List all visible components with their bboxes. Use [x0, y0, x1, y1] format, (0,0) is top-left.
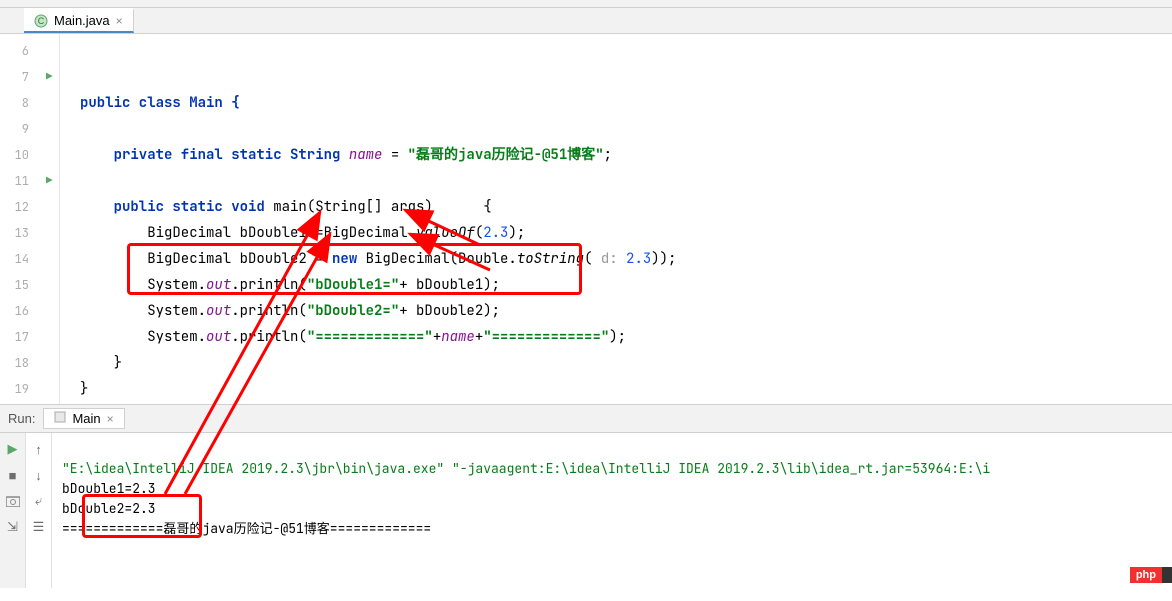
- line-number: 19: [0, 376, 29, 402]
- gutter: 6 7 ▶ 8 9 10 11 ▶ 12 13 14 15 16 17 18 1…: [0, 34, 60, 404]
- line-number: 7: [0, 64, 29, 90]
- run-header: Run: Main ×: [0, 405, 1172, 433]
- line-number: 15: [0, 272, 29, 298]
- code-line: [80, 120, 88, 138]
- code-line: [80, 172, 88, 190]
- code-line: }: [80, 380, 88, 398]
- top-bar: [0, 0, 1172, 8]
- code-line: System.out.println("bDouble1="+ bDouble1…: [80, 276, 500, 294]
- code-line: private final static String name = "磊哥的j…: [80, 146, 612, 164]
- tab-main-java[interactable]: C Main.java ×: [24, 8, 134, 33]
- editor-tabs: C Main.java ×: [0, 8, 1172, 34]
- line-number: 9: [0, 116, 29, 142]
- down-arrow-icon[interactable]: ↓: [31, 467, 47, 483]
- code-area[interactable]: public class Main { private final static…: [60, 34, 1172, 404]
- wrap-icon[interactable]: ⤶: [31, 493, 47, 509]
- code-line: public class Main {: [80, 94, 240, 112]
- code-line: System.out.println("bDouble2="+ bDouble2…: [80, 302, 500, 320]
- console-line: bDouble1=2.3: [62, 480, 156, 497]
- run-toolbar-nav: ↑ ↓ ⤶ ☰: [26, 433, 52, 588]
- run-panel: Run: Main × ▶ ■ ⇲ ↑ ↓ ⤶ ☰ "E:\idea\Intel…: [0, 404, 1172, 588]
- scroll-icon[interactable]: ☰: [31, 519, 47, 535]
- close-icon[interactable]: ×: [107, 412, 114, 426]
- code-line: System.out.println("============="+name+…: [80, 328, 626, 346]
- code-line: BigDecimal bDouble1 =BigDecimal.valueOf(…: [80, 224, 525, 242]
- line-number: 10: [0, 142, 29, 168]
- code-line: }: [80, 354, 122, 372]
- run-gutter-icon[interactable]: ▶: [46, 64, 53, 90]
- up-arrow-icon[interactable]: ↑: [31, 441, 47, 457]
- console-line: bDouble2=2.3: [62, 500, 156, 517]
- line-number: 8: [0, 90, 29, 116]
- line-number: 13: [0, 220, 29, 246]
- run-icon[interactable]: ▶: [5, 441, 21, 457]
- camera-icon[interactable]: [5, 493, 21, 509]
- run-toolbar-left: ▶ ■ ⇲: [0, 433, 26, 588]
- code-line: public static void main(String[] args) {: [80, 198, 492, 216]
- run-label: Run:: [8, 411, 35, 426]
- console-command: "E:\idea\IntelliJ IDEA 2019.2.3\jbr\bin\…: [62, 460, 990, 477]
- editor[interactable]: 6 7 ▶ 8 9 10 11 ▶ 12 13 14 15 16 17 18 1…: [0, 34, 1172, 404]
- console-line: =============磊哥的java历险记-@51博客===========…: [62, 520, 431, 537]
- line-number: 18: [0, 350, 29, 376]
- stop-icon[interactable]: ■: [5, 467, 21, 483]
- console-output[interactable]: "E:\idea\IntelliJ IDEA 2019.2.3\jbr\bin\…: [52, 433, 1172, 588]
- line-number: 11: [0, 168, 29, 194]
- line-number: 16: [0, 298, 29, 324]
- exit-icon[interactable]: ⇲: [5, 519, 21, 535]
- close-icon[interactable]: ×: [116, 14, 123, 28]
- line-number: 17: [0, 324, 29, 350]
- run-gutter-icon[interactable]: ▶: [46, 168, 53, 194]
- line-number: 6: [0, 38, 29, 64]
- svg-text:C: C: [38, 16, 45, 26]
- run-config-icon: [54, 411, 66, 426]
- line-number: 12: [0, 194, 29, 220]
- code-line: BigDecimal bDouble2 = new BigDecimal(Dou…: [80, 250, 676, 268]
- line-number: 14: [0, 246, 29, 272]
- tab-filename: Main.java: [54, 13, 110, 28]
- java-class-icon: C: [34, 14, 48, 28]
- code-line: [80, 68, 88, 86]
- watermark: php: [1130, 567, 1162, 583]
